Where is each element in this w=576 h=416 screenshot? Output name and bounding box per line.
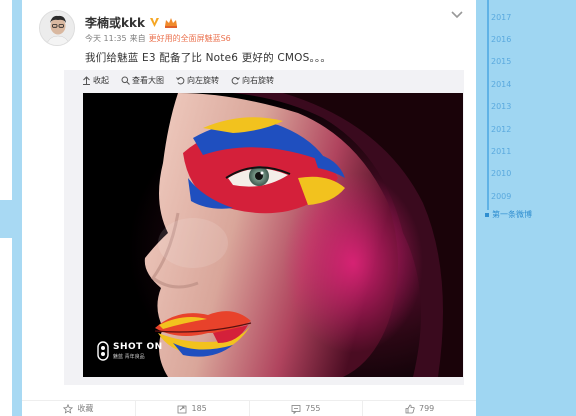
view-large-button[interactable]: 查看大图 (121, 75, 164, 86)
member-crown-icon[interactable] (164, 17, 178, 28)
thumbs-up-icon (405, 404, 415, 413)
timeline-year-2010[interactable]: 2010 (491, 169, 511, 178)
expanded-media-panel: 收起 查看大图 向左旋转 向右旋转 SHOT ON 魅蓝 青年良品 (64, 70, 464, 385)
collapse-button[interactable]: 收起 (82, 75, 109, 86)
username-link[interactable]: 李楠或kkk (85, 14, 145, 31)
watermark-subtitle: 魅蓝 青年良品 (113, 354, 145, 360)
watermark-text: SHOT ON 魅蓝 青年良品 (113, 342, 163, 360)
portrait-makeup-image (83, 93, 463, 377)
media-toolbar: 收起 查看大图 向左旋转 向右旋转 (82, 73, 274, 88)
view-large-label: 查看大图 (132, 76, 164, 85)
timeline-year-2011[interactable]: 2011 (491, 147, 511, 156)
favorite-button[interactable]: 收藏 (22, 401, 136, 416)
timeline-year-2009[interactable]: 2009 (491, 192, 511, 201)
rotate-left-label: 向左旋转 (187, 76, 219, 85)
timeline-year-2015[interactable]: 2015 (491, 57, 511, 66)
collapse-label: 收起 (93, 76, 109, 85)
post-action-bar: 收藏 185 755 799 (22, 400, 476, 416)
rotate-right-button[interactable]: 向右旋转 (231, 75, 274, 86)
avatar-image (40, 11, 74, 45)
repost-count: 185 (191, 404, 207, 413)
left-card-fragment (0, 238, 12, 416)
left-card-fragment (0, 0, 12, 200)
left-column-strip (0, 0, 22, 416)
timeline-year-2014[interactable]: 2014 (491, 80, 511, 89)
comment-button[interactable]: 755 (250, 401, 364, 416)
weibo-post-card: 李楠或kkk 今天 11:35 来自 更好用的全面屏魅蓝S6 我们给魅蓝 E3 配备… (22, 0, 476, 416)
shot-on-watermark: SHOT ON 魅蓝 青年良品 (97, 341, 163, 361)
timeline-year-2017[interactable]: 2017 (491, 13, 511, 22)
comment-icon (291, 404, 301, 414)
watermark-title: SHOT ON (113, 342, 163, 352)
favorite-label: 收藏 (77, 404, 94, 413)
post-meta: 今天 11:35 来自 更好用的全面屏魅蓝S6 (85, 33, 234, 44)
arrow-up-icon (83, 76, 90, 85)
user-avatar[interactable] (39, 10, 75, 46)
first-post-label: 第一条微博 (492, 210, 532, 219)
star-icon (63, 403, 74, 414)
post-source-link[interactable]: 更好用的全面屏魅蓝S6 (149, 34, 231, 43)
repost-button[interactable]: 185 (136, 401, 250, 416)
post-time[interactable]: 今天 11:35 (85, 34, 127, 43)
repost-icon (178, 405, 187, 413)
year-timeline: 2017 2016 2015 2014 2013 2012 2011 2010 … (484, 0, 576, 416)
timeline-year-2016[interactable]: 2016 (491, 35, 511, 44)
timeline-line (487, 0, 489, 210)
like-count: 799 (418, 404, 435, 413)
comment-count: 755 (305, 404, 321, 413)
timeline-year-2012[interactable]: 2012 (491, 125, 511, 134)
from-label: 来自 (129, 34, 146, 43)
meizu-logo-icon (97, 341, 109, 361)
first-post-link[interactable]: 第一条微博 (485, 209, 532, 220)
post-author: 李楠或kkk (85, 14, 178, 31)
timeline-dot (485, 212, 489, 217)
search-icon (121, 76, 130, 85)
like-button[interactable]: 799 (363, 401, 476, 416)
timeline-year-2013[interactable]: 2013 (491, 102, 511, 111)
rotate-right-label: 向右旋转 (242, 76, 274, 85)
rotate-right-icon (231, 77, 240, 85)
verified-v-icon[interactable] (149, 17, 160, 28)
post-photo[interactable]: SHOT ON 魅蓝 青年良品 (83, 93, 463, 377)
chevron-down-icon[interactable] (450, 10, 464, 20)
rotate-left-button[interactable]: 向左旋转 (176, 75, 219, 86)
post-content-text: 我们给魅蓝 E3 配备了比 Note6 更好的 CMOS。。。 (85, 52, 332, 64)
rotate-left-icon (176, 77, 185, 85)
